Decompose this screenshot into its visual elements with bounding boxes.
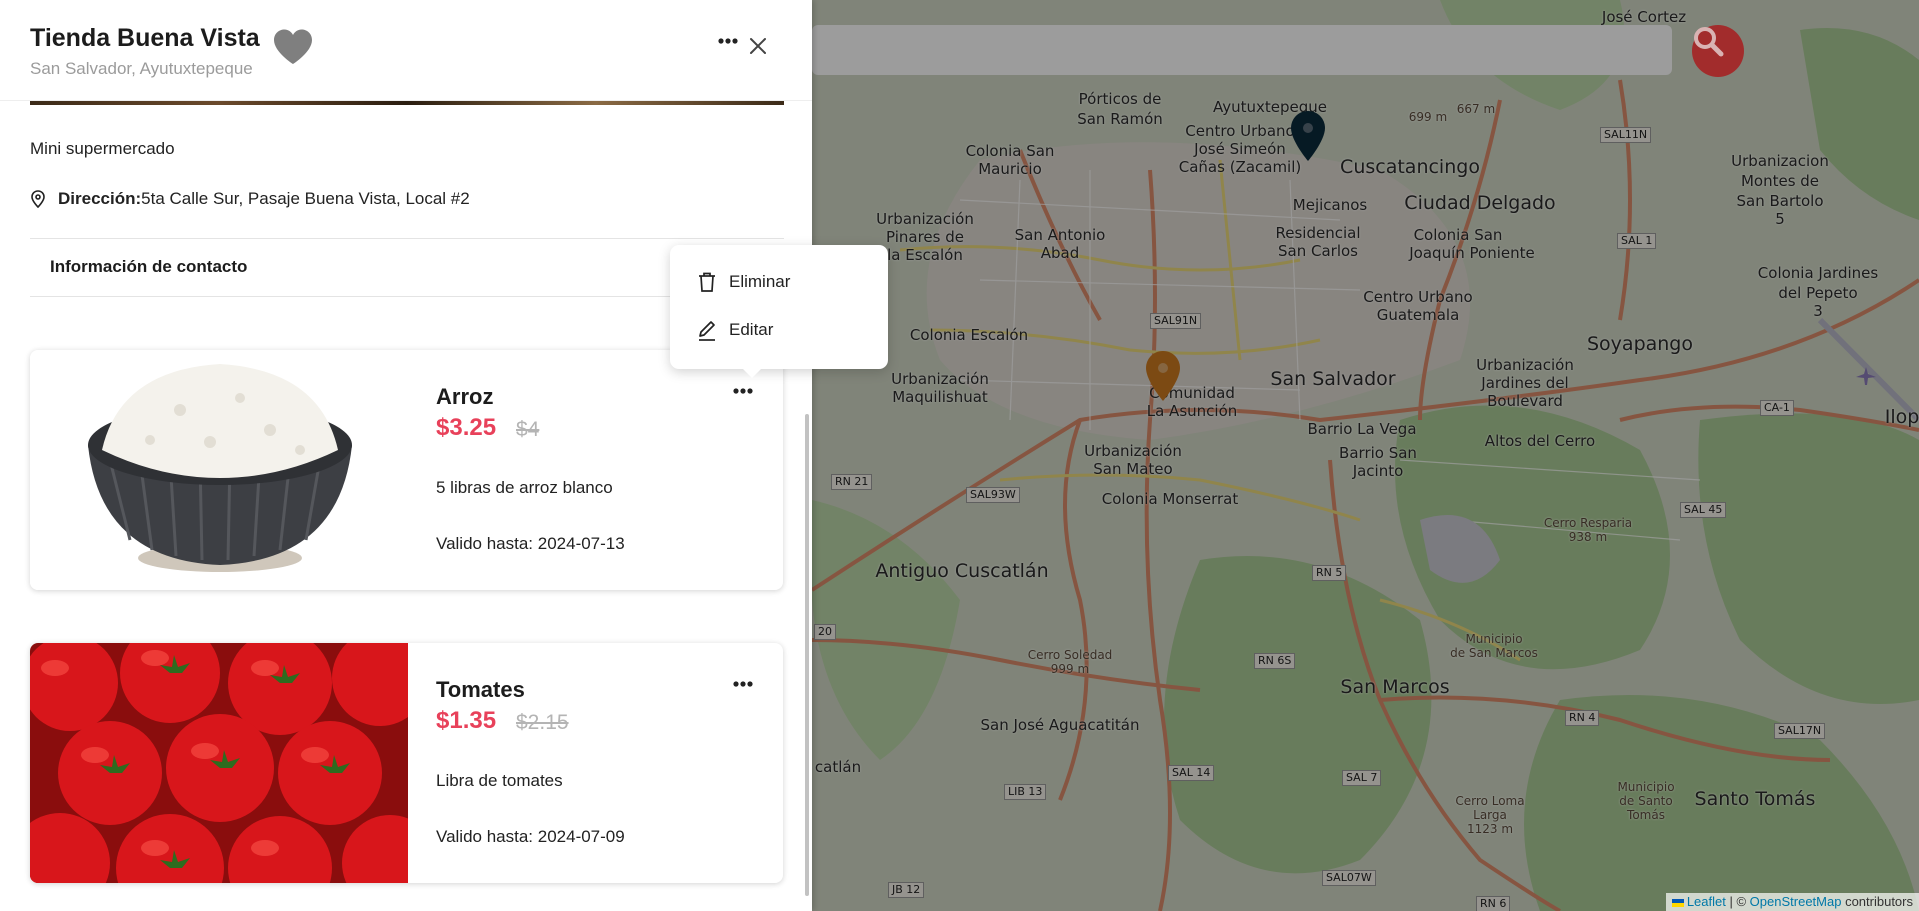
map-attribution: Leaflet | © OpenStreetMap contributors xyxy=(1665,893,1919,911)
leaflet-link[interactable]: Leaflet xyxy=(1687,894,1726,909)
product-price: $1.35 xyxy=(436,707,497,734)
close-icon[interactable] xyxy=(748,36,768,56)
menu-item-edit[interactable]: Editar xyxy=(697,319,773,341)
more-options-icon[interactable] xyxy=(733,388,753,394)
product-name: Tomates xyxy=(436,677,525,702)
scrollbar[interactable] xyxy=(805,414,809,896)
menu-item-delete-label: Eliminar xyxy=(729,272,791,291)
store-name: Tienda Buena Vista xyxy=(30,24,260,52)
search-icon xyxy=(1694,27,1724,57)
contact-info-toggle[interactable]: Información de contacto xyxy=(50,257,247,277)
store-location: San Salvador, Ayutuxtepeque xyxy=(30,59,253,78)
store-description: Mini supermercado xyxy=(30,139,175,158)
product-valid-until: Valido hasta: 2024-07-09 xyxy=(436,827,625,846)
pencil-icon xyxy=(699,321,715,341)
product-price: $3.25 xyxy=(436,414,497,441)
product-image-tomatoes xyxy=(30,643,408,883)
attribution-contributors: contributors xyxy=(1841,894,1913,909)
product-options-menu: Eliminar Editar xyxy=(670,245,888,378)
product-description: Libra de tomates xyxy=(436,771,563,790)
product-old-price: $4 xyxy=(516,418,540,441)
search-input[interactable] xyxy=(812,25,1672,75)
more-options-icon[interactable] xyxy=(718,38,738,44)
panel-header: Tienda Buena Vista San Salvador, Ayutuxt… xyxy=(0,0,812,101)
store-address: Dirección: 5ta Calle Sur, Pasaje Buena Vi… xyxy=(30,189,470,209)
favorite-heart-icon[interactable] xyxy=(272,28,314,66)
store-panel: Mini supermercado Dirección: 5ta Calle Su… xyxy=(0,0,812,911)
attribution-separator: | © xyxy=(1725,894,1750,909)
ukraine-flag-icon xyxy=(1671,898,1684,907)
product-valid-until: Valido hasta: 2024-07-13 xyxy=(436,534,625,553)
product-image-rice xyxy=(30,350,408,590)
product-card[interactable]: Tomates $1.35 $2.15 Libra de tomates Val… xyxy=(30,643,783,883)
divider xyxy=(30,238,784,239)
address-value: 5ta Calle Sur, Pasaje Buena Vista, Local… xyxy=(141,189,470,208)
product-card[interactable]: Arroz $3.25 $4 5 libras de arroz blanco … xyxy=(30,350,783,590)
product-old-price: $2.15 xyxy=(516,711,569,734)
more-options-icon[interactable] xyxy=(733,681,753,687)
menu-item-delete[interactable]: Eliminar xyxy=(697,271,790,293)
trash-icon xyxy=(699,272,715,292)
search-button[interactable] xyxy=(1692,25,1744,77)
product-name: Arroz xyxy=(436,384,494,409)
product-description: 5 libras de arroz blanco xyxy=(436,478,613,497)
location-pin-icon xyxy=(31,190,45,208)
address-label: Dirección: xyxy=(58,189,142,208)
menu-item-edit-label: Editar xyxy=(729,320,774,339)
osm-link[interactable]: OpenStreetMap xyxy=(1750,894,1842,909)
